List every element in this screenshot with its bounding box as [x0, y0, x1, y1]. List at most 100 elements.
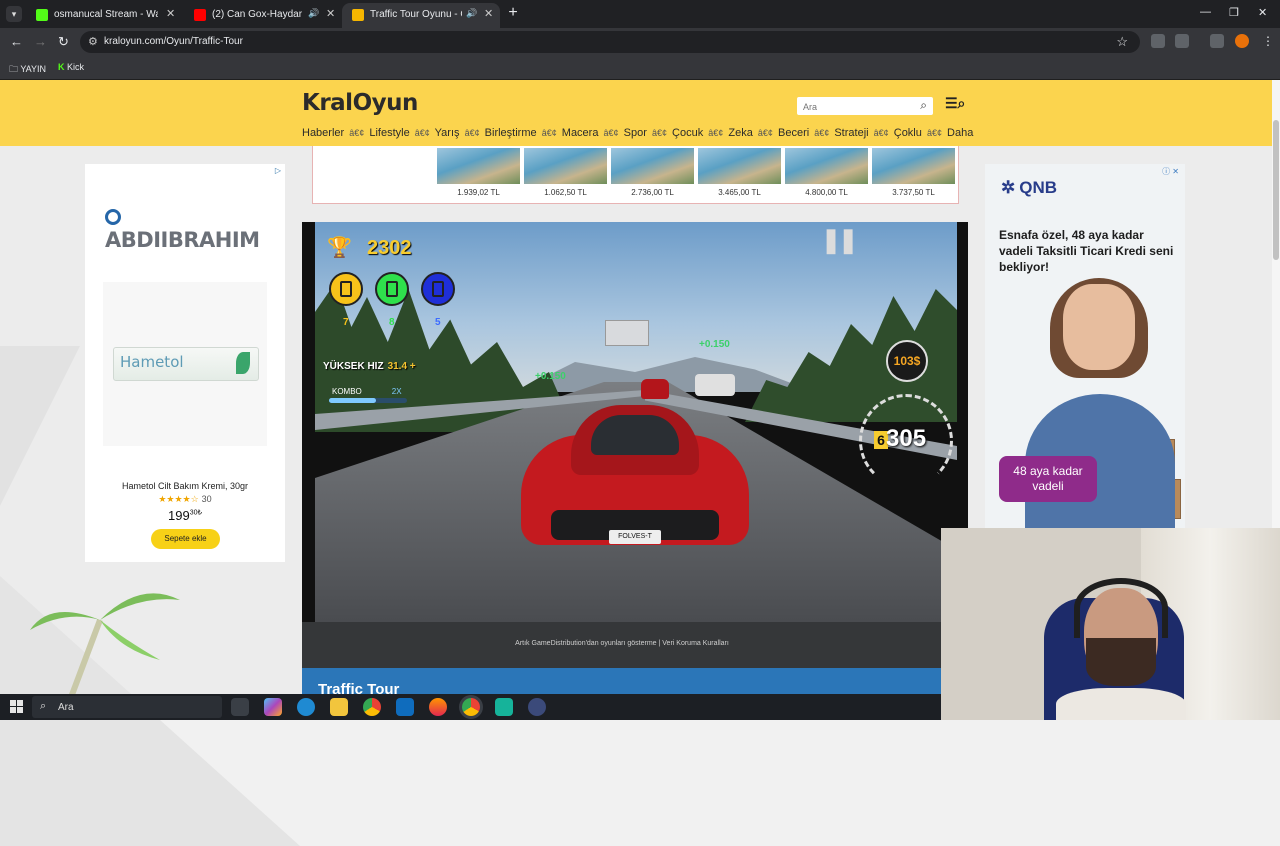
streamer-beard: [1086, 638, 1156, 686]
profile-avatar-icon[interactable]: [1235, 34, 1249, 48]
omnibox[interactable]: ⚙ kraloyun.com/Oyun/Traffic-Tour ☆: [80, 31, 1140, 53]
token-inner: [340, 281, 352, 297]
audio-playing-icon[interactable]: 🔊: [308, 8, 319, 19]
file-explorer-icon[interactable]: [330, 698, 348, 716]
left-ad-panel[interactable]: ▷ ABDIIBRAHIM Hametol Hametol Cilt Bakım…: [85, 164, 285, 562]
yellow-token-count: 7: [343, 317, 349, 328]
minimize-icon[interactable]: —: [1200, 6, 1211, 18]
nav-separator: â€¢: [541, 128, 557, 138]
restore-icon[interactable]: ❐: [1229, 6, 1239, 19]
gamedistribution-notice[interactable]: Artık GameDistribution'dan oyunları göst…: [515, 640, 729, 647]
extensions-puzzle-icon[interactable]: [1175, 34, 1189, 48]
headphones: [1074, 578, 1168, 638]
site-search-input[interactable]: [797, 98, 907, 116]
bookmark-folder-yayin[interactable]: 🗀 YAYIN: [9, 62, 46, 78]
nav-item-spor[interactable]: Spor: [624, 127, 647, 139]
product-name[interactable]: Hametol Cilt Bakım Kremi, 30gr: [85, 481, 285, 491]
taskbar-search[interactable]: ⌕ Ara: [32, 696, 222, 718]
hotel-card[interactable]: 4.800,00 TL: [785, 148, 868, 197]
price-main: 199: [168, 508, 190, 523]
ad-info-icon[interactable]: ⓘ ✕: [1162, 166, 1179, 177]
edge-icon[interactable]: [297, 698, 315, 716]
game-frame[interactable]: FOLVES-T 🏆 2302 ❚❚ 7 8 5 YÜKSEK HIZ 31.4 …: [302, 222, 968, 622]
combo-label: KOMBO: [332, 387, 362, 396]
tab-kick-stream[interactable]: osmanucal Stream - Watch Live ✕: [26, 3, 182, 28]
bookmark-kick[interactable]: K Kick: [58, 62, 84, 72]
site-search-box[interactable]: ⌕: [797, 97, 933, 116]
close-tab-icon[interactable]: ✕: [166, 7, 175, 20]
task-view-icon[interactable]: [231, 698, 249, 716]
tab-youtube[interactable]: (2) Can Gox-Haydar Haydar 🔊 ✕: [184, 3, 342, 28]
streamer: [1056, 578, 1186, 720]
blue-token-icon: [421, 272, 455, 306]
audio-playing-icon[interactable]: 🔊: [466, 8, 477, 19]
nav-item-strateji[interactable]: Strateji: [834, 127, 868, 139]
chrome-active-icon[interactable]: [462, 698, 480, 716]
nav-item-yaris[interactable]: Yarış: [435, 127, 460, 139]
webcam-overlay: [941, 528, 1280, 720]
chrome-icon[interactable]: [363, 698, 381, 716]
traffic-truck-white: [695, 374, 735, 396]
hotel-ad-strip[interactable]: 1.939,02 TL 1.062,50 TL 2.736,00 TL 3.46…: [312, 146, 959, 204]
close-tab-icon[interactable]: ✕: [326, 7, 335, 20]
reading-list-icon[interactable]: [1210, 34, 1224, 48]
nav-item-daha[interactable]: Daha: [947, 127, 973, 139]
tab-traffic-tour[interactable]: Traffic Tour Oyunu - Online 🔊 ✕: [342, 3, 500, 28]
add-to-cart-button[interactable]: Sepete ekle: [151, 529, 220, 549]
hotel-price: 3.465,00 TL: [718, 188, 761, 197]
nav-item-haberler[interactable]: Haberler: [302, 127, 344, 139]
menu-dots-icon[interactable]: ⋮: [1262, 34, 1276, 48]
scrollbar-thumb[interactable]: [1273, 120, 1279, 260]
windows-start-icon[interactable]: [10, 700, 23, 713]
kick-icon: K: [58, 62, 65, 72]
tab-search-dropdown[interactable]: ▾: [6, 6, 22, 22]
url-text[interactable]: kraloyun.com/Oyun/Traffic-Tour: [104, 36, 243, 47]
nav-item-macera[interactable]: Macera: [562, 127, 599, 139]
reload-icon[interactable]: ↻: [58, 34, 69, 50]
adchoices-icon[interactable]: ▷: [275, 166, 281, 175]
close-window-icon[interactable]: ✕: [1258, 6, 1267, 19]
cream-tube: Hametol: [113, 347, 259, 381]
site-info-icon[interactable]: ⚙: [88, 35, 98, 48]
new-tab-button[interactable]: +: [505, 4, 521, 22]
shield-extension-icon[interactable]: [1151, 34, 1165, 48]
bookmark-star-icon[interactable]: ☆: [1116, 34, 1128, 50]
nav-item-beceri[interactable]: Beceri: [778, 127, 809, 139]
address-toolbar: ← → ↻ ⚙ kraloyun.com/Oyun/Traffic-Tour ☆: [0, 28, 1280, 56]
nav-separator: â€¢: [603, 128, 619, 138]
nav-separator: â€¢: [414, 128, 430, 138]
nav-item-zeka[interactable]: Zeka: [728, 127, 752, 139]
product-image[interactable]: Hametol: [103, 282, 267, 446]
hotel-price: 1.939,02 TL: [457, 188, 500, 197]
nav-item-birlestirme[interactable]: Birleştirme: [485, 127, 537, 139]
hotel-price: 3.737,50 TL: [892, 188, 935, 197]
site-logo[interactable]: KralOyun: [302, 90, 418, 116]
right-ad-panel[interactable]: ⓘ ✕ ✲ QNB Esnafa özel, 48 aya kadar vadel…: [985, 164, 1185, 529]
close-tab-icon[interactable]: ✕: [484, 7, 493, 20]
hotel-image: [872, 148, 955, 184]
star-icons: ★★★★☆: [158, 494, 199, 504]
ad-badge: 48 aya kadar vadeli: [999, 456, 1097, 502]
firefox-icon[interactable]: [429, 698, 447, 716]
hotel-card[interactable]: 2.736,00 TL: [611, 148, 694, 197]
crown-favicon-icon: [352, 9, 364, 21]
forward-icon[interactable]: →: [34, 34, 47, 49]
obs-icon[interactable]: [528, 698, 546, 716]
copilot-icon[interactable]: [264, 698, 282, 716]
pause-icon[interactable]: ❚❚: [821, 226, 858, 255]
outlook-icon[interactable]: [396, 698, 414, 716]
app-icon[interactable]: [495, 698, 513, 716]
hotel-card[interactable]: 1.939,02 TL: [437, 148, 520, 197]
hotel-card[interactable]: 3.465,00 TL: [698, 148, 781, 197]
nav-item-coklu[interactable]: Çoklu: [894, 127, 922, 139]
hotel-card[interactable]: 1.062,50 TL: [524, 148, 607, 197]
person-head: [1063, 284, 1135, 370]
menu-search-icon[interactable]: ☰⌕: [945, 95, 965, 112]
palm-decoration: [30, 593, 180, 700]
game-canvas[interactable]: FOLVES-T 🏆 2302 ❚❚ 7 8 5 YÜKSEK HIZ 31.4 …: [315, 222, 957, 622]
hotel-card[interactable]: 3.737,50 TL: [872, 148, 955, 197]
nav-item-lifestyle[interactable]: Lifestyle: [369, 127, 409, 139]
search-icon[interactable]: ⌕: [920, 98, 927, 113]
nav-item-cocuk[interactable]: Çocuk: [672, 127, 703, 139]
back-icon[interactable]: ←: [10, 34, 23, 49]
